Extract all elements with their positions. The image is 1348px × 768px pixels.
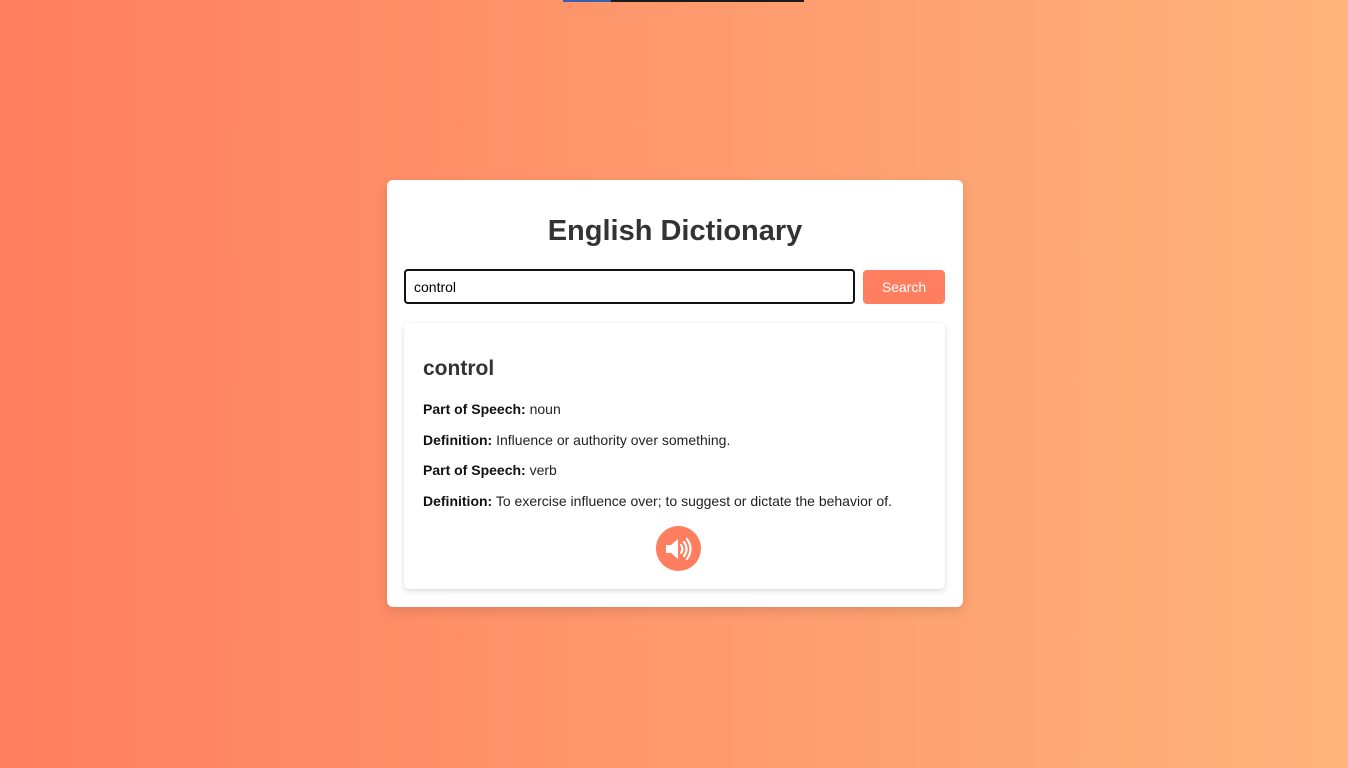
search-button[interactable]: Search bbox=[863, 270, 945, 304]
top-strip-segment-dark bbox=[611, 0, 804, 2]
definition-value: To exercise influence over; to suggest o… bbox=[495, 493, 892, 509]
search-input[interactable] bbox=[404, 269, 855, 304]
definition-line: Definition: To exercise influence over; … bbox=[423, 493, 892, 509]
dictionary-card: English Dictionary Search control Part o… bbox=[387, 180, 963, 607]
definition-label: Definition: bbox=[423, 432, 493, 448]
part-of-speech-value: verb bbox=[529, 462, 557, 478]
top-scrollbar-strip bbox=[563, 0, 804, 2]
speaker-volume-icon bbox=[665, 537, 692, 560]
definition-value: Influence or authority over something. bbox=[496, 432, 731, 448]
result-word: control bbox=[423, 357, 495, 380]
part-of-speech-label: Part of Speech: bbox=[423, 401, 526, 417]
part-of-speech-label: Part of Speech: bbox=[423, 462, 526, 478]
definition-line: Definition: Influence or authority over … bbox=[423, 432, 730, 448]
page-title: English Dictionary bbox=[547, 215, 803, 247]
definition-label: Definition: bbox=[423, 493, 493, 509]
top-strip-segment-blue bbox=[563, 0, 611, 2]
part-of-speech-line: Part of Speech: noun bbox=[423, 401, 561, 417]
result-panel: control Part of Speech: noun Definition:… bbox=[404, 323, 945, 589]
part-of-speech-line: Part of Speech: verb bbox=[423, 462, 557, 478]
part-of-speech-value: noun bbox=[529, 401, 561, 417]
play-audio-button[interactable] bbox=[656, 526, 701, 571]
